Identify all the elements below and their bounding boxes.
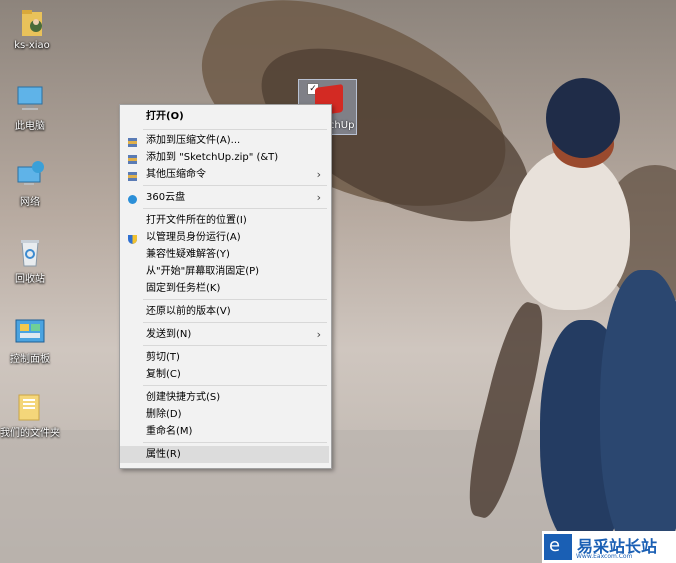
- menu-item-properties[interactable]: 属性(R): [120, 446, 329, 463]
- chevron-right-icon: ›: [316, 328, 321, 341]
- control-panel-icon: [14, 316, 46, 348]
- menu-item-pin-to-taskbar[interactable]: 固定到任务栏(K): [120, 280, 329, 297]
- archive-icon: [128, 170, 137, 181]
- menu-separator: [143, 208, 327, 209]
- desktop-icon-recycle-bin[interactable]: 回收站: [0, 236, 60, 285]
- menu-item-cut[interactable]: 剪切(T): [120, 349, 329, 366]
- desktop-icon-label: 网络: [20, 197, 40, 208]
- shield-icon: [128, 233, 137, 244]
- menu-item-360-cloud[interactable]: 360云盘 ›: [120, 189, 329, 206]
- desktop-icon-label: 控制面板: [10, 354, 50, 365]
- menu-item-unpin-from-start[interactable]: 从"开始"屏幕取消固定(P): [120, 263, 329, 280]
- menu-item-other-compress[interactable]: 其他压缩命令 ›: [120, 166, 329, 183]
- desktop-icon-folder[interactable]: 我们的文件夹: [0, 390, 60, 439]
- menu-item-delete[interactable]: 删除(D): [120, 406, 329, 423]
- menu-separator: [143, 322, 327, 323]
- menu-item-send-to[interactable]: 发送到(N) ›: [120, 326, 329, 343]
- menu-item-create-shortcut[interactable]: 创建快捷方式(S): [120, 389, 329, 406]
- desktop-icon-control-panel[interactable]: 控制面板: [0, 316, 60, 365]
- watermark-e-icon: e: [544, 534, 572, 560]
- menu-item-run-as-admin[interactable]: 以管理员身份运行(A): [120, 229, 329, 246]
- menu-separator: [143, 385, 327, 386]
- chevron-right-icon: ›: [316, 168, 321, 181]
- wallpaper-bird-body: [510, 150, 630, 310]
- menu-separator: [143, 129, 327, 130]
- cloud-icon: [128, 193, 137, 204]
- menu-item-compatibility-troubleshoot[interactable]: 兼容性疑难解答(Y): [120, 246, 329, 263]
- desktop-icon-user[interactable]: ks-xiao: [2, 6, 62, 51]
- archive-icon: [128, 153, 137, 164]
- menu-item-rename[interactable]: 重命名(M): [120, 423, 329, 440]
- menu-item-copy[interactable]: 复制(C): [120, 366, 329, 383]
- menu-separator: [143, 442, 327, 443]
- menu-separator: [143, 345, 327, 346]
- recycle-bin-icon: [14, 236, 46, 268]
- desktop[interactable]: ks-xiao 此电脑 网络 回收站 控制面板 我们的文件夹 ✓ tchUp 打…: [0, 0, 676, 563]
- folder-icon: [14, 390, 46, 422]
- menu-item-restore-previous-versions[interactable]: 还原以前的版本(V): [120, 303, 329, 320]
- watermark-logo: e 易采站长站 Www.Eaxcom.Com: [542, 531, 676, 563]
- menu-separator: [143, 299, 327, 300]
- menu-item-add-to-zip[interactable]: 添加到 "SketchUp.zip" (&T): [120, 149, 329, 166]
- computer-icon: [14, 83, 46, 115]
- network-icon: [14, 159, 46, 191]
- wallpaper-chick: [600, 270, 676, 560]
- menu-item-open-file-location[interactable]: 打开文件所在的位置(I): [120, 212, 329, 229]
- archive-icon: [128, 136, 137, 147]
- desktop-icon-label: 回收站: [15, 274, 45, 285]
- desktop-icon-label: ks-xiao: [14, 40, 50, 51]
- menu-separator: [143, 185, 327, 186]
- desktop-icon-label: 我们的文件夹: [0, 428, 60, 439]
- user-folder-icon: [16, 6, 48, 38]
- chevron-right-icon: ›: [316, 191, 321, 204]
- wallpaper-bird-head: [546, 78, 620, 158]
- menu-item-open[interactable]: 打开(O): [120, 108, 329, 125]
- menu-item-add-to-archive[interactable]: 添加到压缩文件(A)...: [120, 132, 329, 149]
- desktop-icon-this-pc[interactable]: 此电脑: [0, 83, 60, 132]
- context-menu[interactable]: 打开(O) 添加到压缩文件(A)... 添加到 "SketchUp.zip" (…: [119, 104, 332, 469]
- desktop-icon-network[interactable]: 网络: [0, 159, 60, 208]
- desktop-icon-label: 此电脑: [15, 121, 45, 132]
